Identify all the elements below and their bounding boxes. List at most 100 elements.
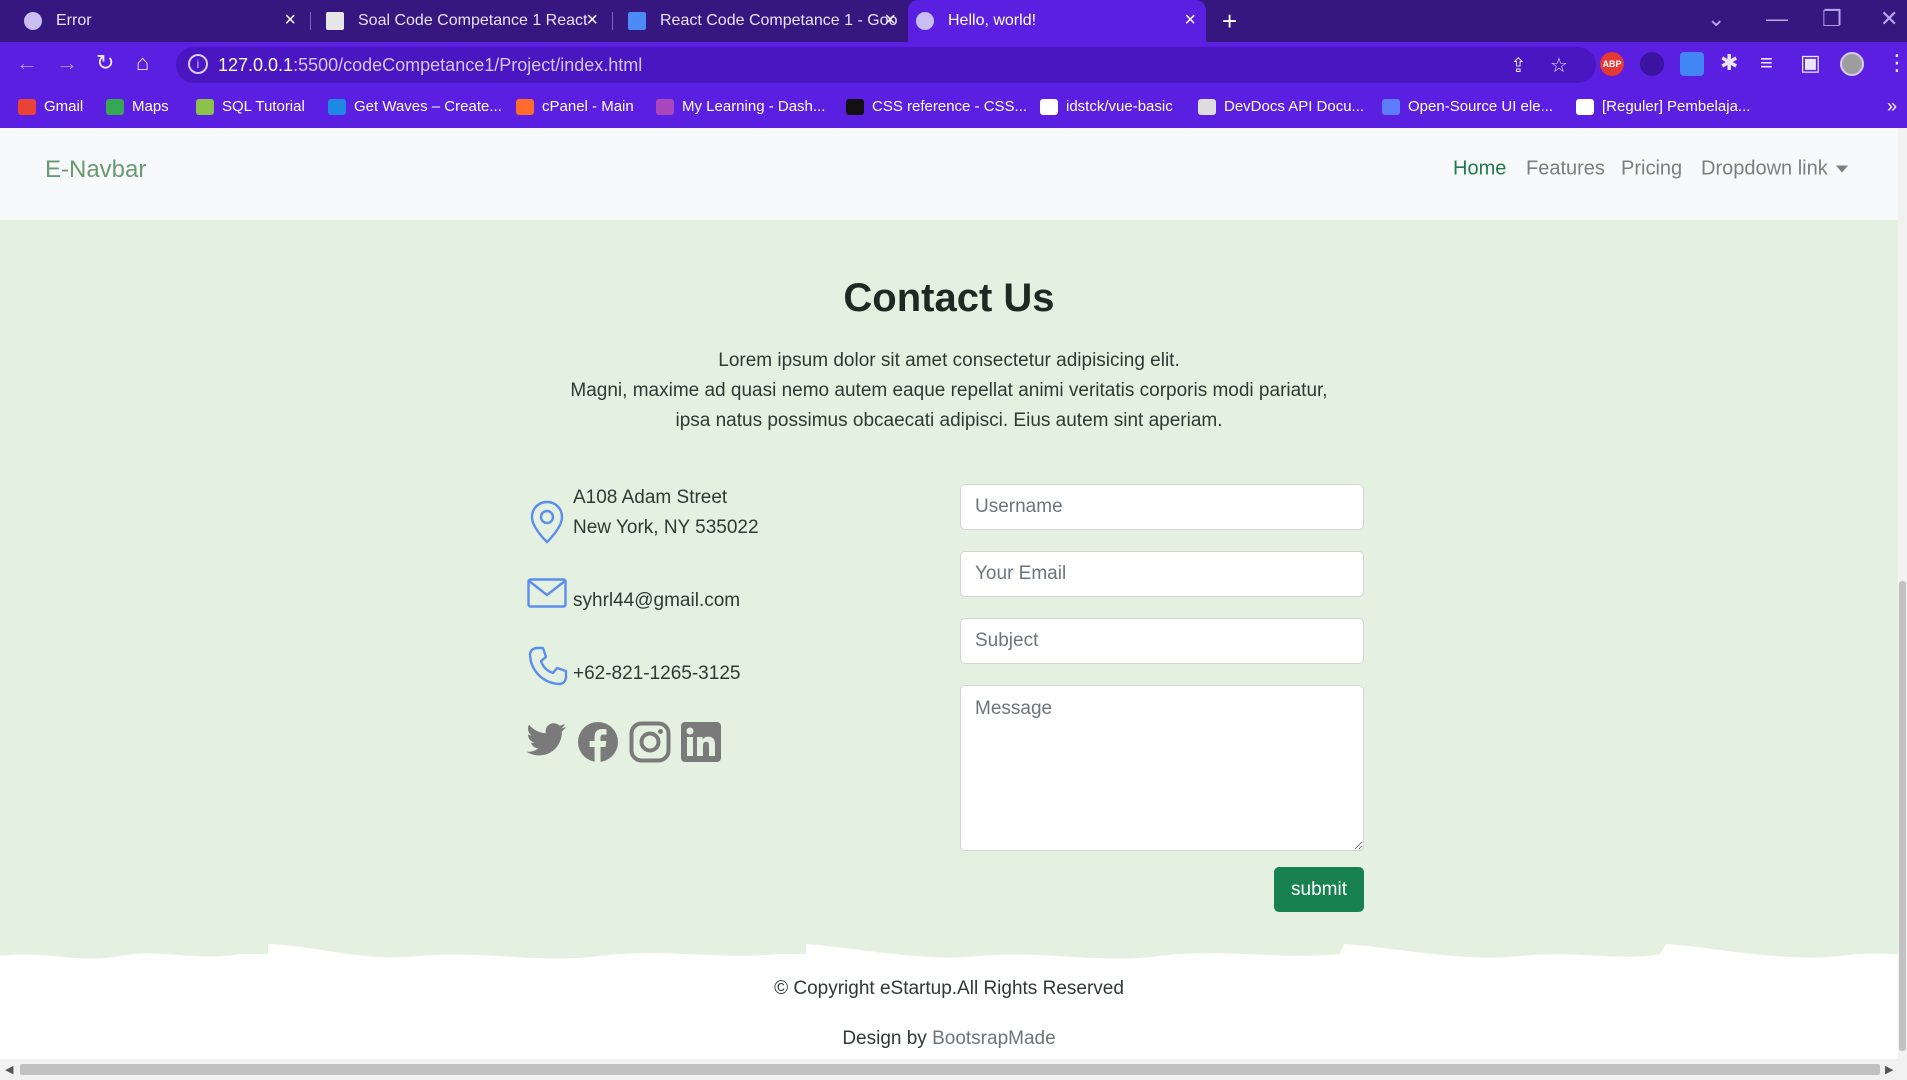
translate-icon[interactable] (1680, 52, 1704, 76)
close-tab-icon[interactable]: × (884, 9, 896, 32)
tab-search-icon[interactable]: ⌄ (1707, 6, 1725, 32)
bookmark-item[interactable]: Open-Source UI ele... (1382, 98, 1553, 115)
envelope-icon (527, 578, 567, 608)
tab-title: Hello, world! (948, 12, 1037, 29)
globe-icon (24, 12, 42, 30)
w3schools-icon (196, 98, 214, 115)
message-textarea[interactable] (960, 685, 1364, 851)
browser-tab[interactable]: React Code Competance 1 - Goo × (620, 0, 906, 42)
bookmark-label: Get Waves – Create... (354, 98, 502, 115)
browser-tab-strip: Error × Soal Code Competance 1 React × R… (0, 0, 1907, 42)
media-icon[interactable]: ≡ (1760, 50, 1773, 76)
new-tab-button[interactable]: + (1222, 6, 1237, 37)
bookmark-item[interactable]: DevDocs API Docu... (1198, 98, 1364, 115)
browser-tab[interactable]: Soal Code Competance 1 React × (318, 0, 608, 42)
linkedin-icon[interactable] (680, 721, 722, 763)
browser-tab[interactable]: Error × (16, 0, 306, 42)
close-tab-icon[interactable]: × (586, 9, 598, 32)
nav-link-pricing[interactable]: Pricing (1621, 158, 1682, 181)
credit-link[interactable]: BootsrapMade (932, 1028, 1056, 1049)
twitter-icon[interactable] (527, 722, 567, 758)
close-window-icon[interactable]: ✕ (1880, 6, 1898, 32)
tab-title: React Code Competance 1 - Goo (660, 12, 898, 29)
credit-text: Design by BootsrapMade (0, 1028, 1898, 1050)
extension-icon[interactable] (1640, 52, 1664, 76)
bookmark-label: idstck/vue-basic (1066, 98, 1173, 115)
close-tab-icon[interactable]: × (1184, 9, 1196, 32)
share-icon[interactable]: ⇪ (1510, 53, 1527, 78)
browser-tab-active[interactable]: Hello, world! × (908, 0, 1206, 42)
subject-input[interactable] (960, 618, 1364, 664)
address-bar[interactable]: i 127.0.0.1:5500/codeCompetance1/Project… (176, 47, 1596, 83)
forward-icon[interactable]: → (56, 50, 78, 76)
instagram-icon[interactable] (629, 721, 671, 763)
bookmarks-bar: Gmail Maps SQL Tutorial Get Waves – Crea… (0, 88, 1907, 128)
caret-down-icon (1835, 165, 1848, 173)
extensions-puzzle-icon[interactable]: ✱ (1720, 50, 1738, 76)
notion-icon (1576, 98, 1594, 115)
copyright-text: © Copyright eStartup.All Rights Reserved (774, 978, 1124, 999)
email-input[interactable] (960, 551, 1364, 597)
bookmark-item[interactable]: SQL Tutorial (196, 98, 305, 115)
home-icon[interactable]: ⌂ (136, 50, 149, 76)
horizontal-scroll-thumb[interactable] (20, 1064, 1880, 1075)
tab-divider (612, 12, 613, 30)
nav-link-features[interactable]: Features (1526, 158, 1605, 181)
address-line: New York, NY 535022 (573, 517, 759, 538)
scroll-right-arrow-icon[interactable]: ▶ (1885, 1063, 1893, 1076)
adblock-icon[interactable]: ABP (1600, 52, 1624, 76)
phone-text: +62-821-1265-3125 (573, 659, 740, 689)
bookmark-label: Maps (132, 98, 169, 115)
close-tab-icon[interactable]: × (284, 9, 296, 32)
section-title: Contact Us (843, 276, 1055, 320)
scroll-left-arrow-icon[interactable]: ◀ (5, 1063, 13, 1076)
bookmark-item[interactable]: [Reguler] Pembelaja... (1576, 98, 1750, 115)
section-lead: Lorem ipsum dolor sit amet consectetur a… (0, 346, 1898, 436)
restore-icon[interactable]: ❐ (1822, 6, 1842, 32)
learning-icon (656, 98, 674, 115)
nav-dropdown-toggle[interactable]: Dropdown link (1701, 158, 1848, 181)
tab-title: Soal Code Competance 1 React (358, 12, 588, 29)
more-bookmarks-button[interactable]: » (1887, 96, 1897, 117)
email-text: syhrl44@gmail.com (573, 586, 740, 616)
username-input[interactable] (960, 484, 1364, 530)
minimize-icon[interactable]: — (1766, 6, 1788, 32)
lead-line: ipsa natus possimus obcaecati adipisci. … (675, 410, 1223, 431)
bookmark-star-icon[interactable]: ☆ (1550, 53, 1568, 78)
navbar-brand[interactable]: E-Navbar (45, 156, 146, 184)
side-panel-icon[interactable]: ▣ (1800, 50, 1821, 76)
bookmark-label: Gmail (44, 98, 84, 115)
mdn-icon (846, 98, 864, 115)
url-text[interactable]: 127.0.0.1:5500/codeCompetance1/Project/i… (218, 55, 642, 76)
map-pin-icon (530, 500, 564, 544)
page-viewport: E-Navbar Home Features Pricing Dropdown … (0, 128, 1898, 1059)
bookmark-item[interactable]: cPanel - Main (516, 98, 634, 115)
tab-title: Error (56, 12, 92, 29)
profile-avatar[interactable] (1840, 52, 1864, 76)
site-info-icon[interactable]: i (188, 54, 208, 74)
phone-icon (528, 646, 568, 686)
site-navbar: E-Navbar Home Features Pricing Dropdown … (0, 128, 1898, 220)
bookmark-item[interactable]: CSS reference - CSS... (846, 98, 1027, 115)
back-icon[interactable]: ← (16, 50, 38, 76)
bookmark-item[interactable]: Maps (106, 98, 169, 115)
submit-button[interactable]: submit (1274, 867, 1364, 912)
phone-value: +62-821-1265-3125 (573, 663, 741, 684)
nav-link-home[interactable]: Home (1453, 158, 1506, 181)
wave-divider (0, 944, 1898, 966)
bookmark-item[interactable]: Get Waves – Create... (328, 98, 502, 115)
facebook-icon[interactable] (577, 721, 619, 763)
reload-icon[interactable]: ↻ (96, 50, 114, 76)
menu-kebab-icon[interactable]: ⋮ (1886, 50, 1907, 76)
vertical-scroll-thumb[interactable] (1899, 581, 1906, 1051)
horizontal-scrollbar[interactable]: ◀ ▶ (0, 1059, 1907, 1080)
bookmark-label: cPanel - Main (542, 98, 634, 115)
bookmark-label: My Learning - Dash... (682, 98, 826, 115)
maps-icon (106, 98, 124, 115)
vertical-scrollbar[interactable] (1898, 128, 1907, 1059)
bookmark-item[interactable]: Gmail (18, 98, 83, 115)
bookmark-label: SQL Tutorial (222, 98, 305, 115)
cpanel-icon (516, 98, 534, 115)
bookmark-item[interactable]: idstck/vue-basic (1040, 98, 1173, 115)
bookmark-item[interactable]: My Learning - Dash... (656, 98, 825, 115)
